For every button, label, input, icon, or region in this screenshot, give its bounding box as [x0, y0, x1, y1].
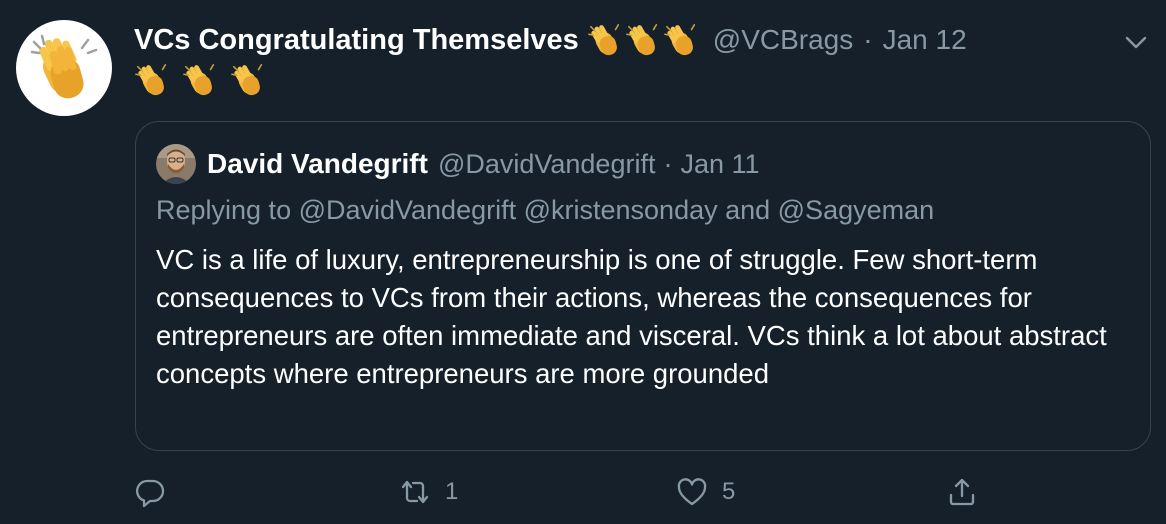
quoted-tweet-date[interactable]: Jan 11 [680, 149, 759, 180]
share-icon [949, 478, 975, 506]
person-avatar-icon [156, 144, 196, 184]
quoted-tweet-text: VC is a life of luxury, entrepreneurship… [156, 244, 1107, 389]
separator-dot: · [863, 24, 873, 55]
clapping-hands-icon [587, 24, 619, 56]
reply-icon [135, 479, 165, 508]
separator-dot: · [663, 148, 673, 179]
clapping-hands-icon [30, 34, 98, 99]
like-button[interactable]: 5 [676, 472, 735, 512]
heart-icon [677, 478, 707, 506]
name-emojis [587, 21, 701, 59]
clapping-hands-icon [625, 24, 657, 56]
tweet-date[interactable]: Jan 12 [883, 24, 967, 56]
retweet-button[interactable]: 1 [399, 472, 458, 512]
tweet-body [134, 61, 268, 99]
quoted-tweet-header: David Vandegrift @DavidVandegrift · Jan … [156, 144, 760, 184]
tweet-action-bar: 1 5 [134, 472, 994, 512]
clapping-hands-icon [183, 64, 215, 96]
author-handle[interactable]: @VCBrags [713, 24, 853, 56]
chevron-down-icon[interactable] [1122, 28, 1150, 56]
retweet-icon [401, 480, 429, 504]
tweet[interactable]: VCs Congratulating Themselves @VCBrags ·… [0, 0, 1166, 524]
clapping-hands-icon [231, 64, 263, 96]
retweet-count: 1 [445, 478, 459, 505]
clapping-hands-icon [135, 64, 167, 96]
author-display-name[interactable]: VCs Congratulating Themselves [134, 24, 579, 57]
author-avatar[interactable] [16, 20, 112, 116]
quoted-author-handle[interactable]: @DavidVandegrift [438, 149, 656, 180]
like-count: 5 [722, 478, 736, 505]
tweet-header: VCs Congratulating Themselves @VCBrags ·… [134, 20, 967, 60]
quoted-author-avatar [156, 144, 196, 184]
quoted-tweet[interactable]: David Vandegrift @DavidVandegrift · Jan … [135, 121, 1151, 451]
replying-to-line: Replying to @DavidVandegrift @kristenson… [156, 195, 935, 225]
reply-button[interactable] [134, 472, 180, 512]
clapping-hands-icon [663, 24, 695, 56]
share-button[interactable] [946, 472, 992, 512]
quoted-author-display-name[interactable]: David Vandegrift [207, 148, 428, 180]
